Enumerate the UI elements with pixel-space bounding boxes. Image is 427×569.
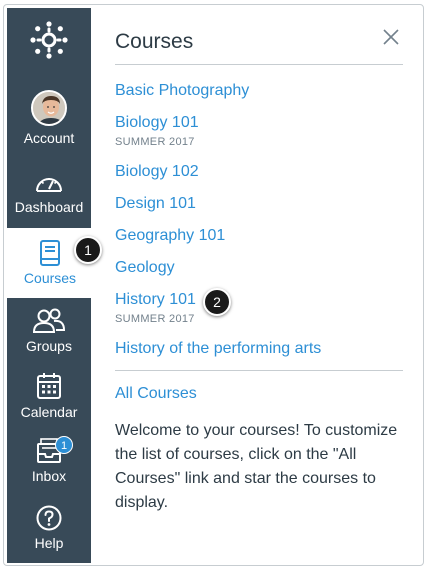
courses-icon — [39, 240, 61, 266]
nav-item-account[interactable]: Account — [7, 90, 91, 146]
tray-title: Courses — [115, 30, 194, 53]
dashboard-icon — [34, 171, 64, 195]
nav-label-calendar: Calendar — [20, 404, 78, 420]
nav-item-dashboard[interactable]: Dashboard — [7, 171, 91, 215]
nav-item-calendar[interactable]: Calendar — [7, 372, 91, 420]
app-frame: Account Dashboard Courses Groups Calenda… — [3, 4, 424, 566]
divider — [115, 370, 403, 371]
global-nav: Account Dashboard Courses Groups Calenda… — [7, 8, 93, 563]
divider — [115, 64, 403, 65]
callout-marker: 1 — [74, 236, 102, 264]
nav-item-help[interactable]: Help — [7, 505, 91, 551]
welcome-text: Welcome to your courses! To customize th… — [115, 422, 398, 511]
nav-label-account: Account — [23, 130, 75, 146]
course-link[interactable]: Biology 102 — [115, 163, 199, 181]
nav-label-dashboard: Dashboard — [14, 199, 84, 215]
nav-item-groups[interactable]: Groups — [7, 308, 91, 354]
nav-item-inbox[interactable]: 1 Inbox — [7, 436, 91, 484]
course-link[interactable]: Geography 101 — [115, 227, 225, 245]
nav-label-groups: Groups — [26, 338, 72, 354]
course-term: SUMMER 2017 — [115, 313, 195, 325]
nav-label-inbox: Inbox — [31, 468, 67, 484]
help-icon — [36, 505, 62, 531]
course-link[interactable]: History 101 — [115, 291, 196, 309]
nav-label-help: Help — [34, 535, 64, 551]
course-link[interactable]: Design 101 — [115, 195, 196, 213]
nav-label-courses: Courses — [23, 270, 77, 286]
groups-icon — [32, 308, 66, 334]
course-link[interactable]: History of the performing arts — [115, 340, 321, 358]
canvas-logo-icon[interactable] — [27, 18, 71, 62]
course-term: SUMMER 2017 — [115, 136, 195, 148]
close-icon[interactable] — [381, 27, 401, 47]
course-link[interactable]: Biology 101 — [115, 114, 199, 132]
avatar — [31, 90, 67, 126]
all-courses-link[interactable]: All Courses — [115, 385, 197, 403]
course-link[interactable]: Geology — [115, 259, 175, 277]
calendar-icon — [36, 372, 62, 400]
inbox-unread-badge: 1 — [55, 436, 73, 454]
course-link[interactable]: Basic Photography — [115, 82, 249, 100]
callout-marker: 2 — [203, 288, 231, 316]
